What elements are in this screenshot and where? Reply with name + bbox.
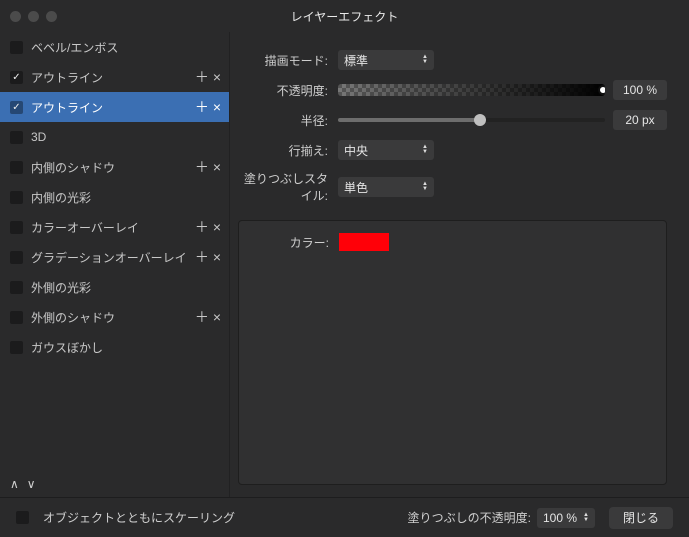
effect-item[interactable]: 内側の光彩 [0,182,229,212]
effect-item[interactable]: カラーオーバーレイ＋ × [0,212,229,242]
effect-checkbox[interactable] [10,341,23,354]
window-controls [10,11,57,22]
scale-with-object-checkbox[interactable] [16,511,29,524]
add-effect-icon[interactable]: ＋ [195,70,209,84]
effect-item[interactable]: 内側のシャドウ＋ × [0,152,229,182]
select-caret-icon: ▲▼ [422,55,428,65]
opacity-row: 不透明度: 100 % [238,80,667,100]
titlebar: レイヤーエフェクト [0,0,689,32]
effect-item[interactable]: アウトライン＋ × [0,62,229,92]
color-label: カラー: [239,234,339,251]
fill-opacity-value: 100 % [543,511,577,525]
effect-checkbox[interactable] [10,221,23,234]
minimize-window-icon[interactable] [28,11,39,22]
effect-item[interactable]: 外側の光彩 [0,272,229,302]
effect-checkbox[interactable] [10,281,23,294]
zoom-window-icon[interactable] [46,11,57,22]
effect-label: グラデーションオーバーレイ [31,249,195,266]
alignment-select[interactable]: 中央 ▲▼ [338,140,434,160]
effect-item[interactable]: ガウスぼかし [0,332,229,362]
remove-effect-icon[interactable]: × [213,100,221,114]
sidebar-reorder-controls: ∧ ∨ [0,471,230,497]
remove-effect-icon[interactable]: × [213,160,221,174]
fill-style-row: 塗りつぶしスタイル: 単色 ▲▼ [238,170,667,204]
remove-effect-icon[interactable]: × [213,310,221,324]
effect-item[interactable]: アウトライン＋ × [0,92,229,122]
color-panel: カラー: [238,220,667,485]
radius-label: 半径: [238,112,338,129]
select-caret-icon: ▲▼ [422,145,428,155]
opacity-label: 不透明度: [238,82,338,99]
effect-label: 外側の光彩 [31,279,221,296]
properties-panel: 描画モード: 標準 ▲▼ 不透明度: 100 % 半径: 20 px 行揃え: [230,32,689,497]
select-caret-icon: ▲▼ [583,513,589,523]
color-well[interactable] [339,233,389,251]
effect-label: アウトライン [31,69,195,86]
radius-slider-knob[interactable] [474,114,486,126]
radius-row: 半径: 20 px [238,110,667,130]
close-window-icon[interactable] [10,11,21,22]
fill-style-label: 塗りつぶしスタイル: [238,170,338,204]
add-effect-icon[interactable]: ＋ [195,160,209,174]
effect-checkbox[interactable] [10,191,23,204]
blend-mode-label: 描画モード: [238,52,338,69]
opacity-value[interactable]: 100 % [613,80,667,100]
close-button[interactable]: 閉じる [609,507,673,529]
scale-with-object-label: オブジェクトとともにスケーリング [43,509,235,526]
effect-item[interactable]: 外側のシャドウ＋ × [0,302,229,332]
opacity-slider-knob[interactable] [598,85,605,95]
window-title: レイヤーエフェクト [0,8,689,25]
alignment-row: 行揃え: 中央 ▲▼ [238,140,667,160]
move-down-icon[interactable]: ∨ [27,477,36,491]
effects-sidebar: ベベル/エンボスアウトライン＋×アウトライン＋×3D内側のシャドウ＋×内側の光彩… [0,32,230,497]
add-effect-icon[interactable]: ＋ [195,250,209,264]
effect-item[interactable]: 3D [0,122,229,152]
effect-label: カラーオーバーレイ [31,219,195,236]
effect-checkbox[interactable] [10,41,23,54]
effect-label: ガウスぼかし [31,339,221,356]
effect-label: 3D [31,130,221,144]
fill-opacity-select[interactable]: 100 % ▲▼ [537,508,595,528]
effect-label: 外側のシャドウ [31,309,195,326]
remove-effect-icon[interactable]: × [213,70,221,84]
effect-label: アウトライン [31,99,195,116]
effect-checkbox[interactable] [10,161,23,174]
add-effect-icon[interactable]: ＋ [195,310,209,324]
effect-checkbox[interactable] [10,131,23,144]
remove-effect-icon[interactable]: × [213,250,221,264]
fill-opacity-label: 塗りつぶしの不透明度: [408,509,531,526]
footer: オブジェクトとともにスケーリング 塗りつぶしの不透明度: 100 % ▲▼ 閉じ… [0,497,689,537]
radius-slider[interactable] [338,112,605,128]
add-effect-icon[interactable]: ＋ [195,220,209,234]
effect-checkbox[interactable] [10,71,23,84]
add-effect-icon[interactable]: ＋ [195,100,209,114]
remove-effect-icon[interactable]: × [213,220,221,234]
alignment-label: 行揃え: [238,142,338,159]
opacity-slider[interactable] [338,84,605,96]
effect-item[interactable]: ベベル/エンボス [0,32,229,62]
effect-checkbox[interactable] [10,251,23,264]
radius-value[interactable]: 20 px [613,110,667,130]
effect-label: ベベル/エンボス [31,39,221,56]
select-caret-icon: ▲▼ [422,182,428,192]
fill-style-select[interactable]: 単色 ▲▼ [338,177,434,197]
effect-checkbox[interactable] [10,101,23,114]
move-up-icon[interactable]: ∧ [10,477,19,491]
blend-mode-row: 描画モード: 標準 ▲▼ [238,50,667,70]
effect-checkbox[interactable] [10,311,23,324]
alignment-value: 中央 [344,142,368,159]
blend-mode-value: 標準 [344,52,368,69]
blend-mode-select[interactable]: 標準 ▲▼ [338,50,434,70]
effect-label: 内側のシャドウ [31,159,195,176]
effect-label: 内側の光彩 [31,189,221,206]
fill-style-value: 単色 [344,179,368,196]
effect-item[interactable]: グラデーションオーバーレイ＋ × [0,242,229,272]
